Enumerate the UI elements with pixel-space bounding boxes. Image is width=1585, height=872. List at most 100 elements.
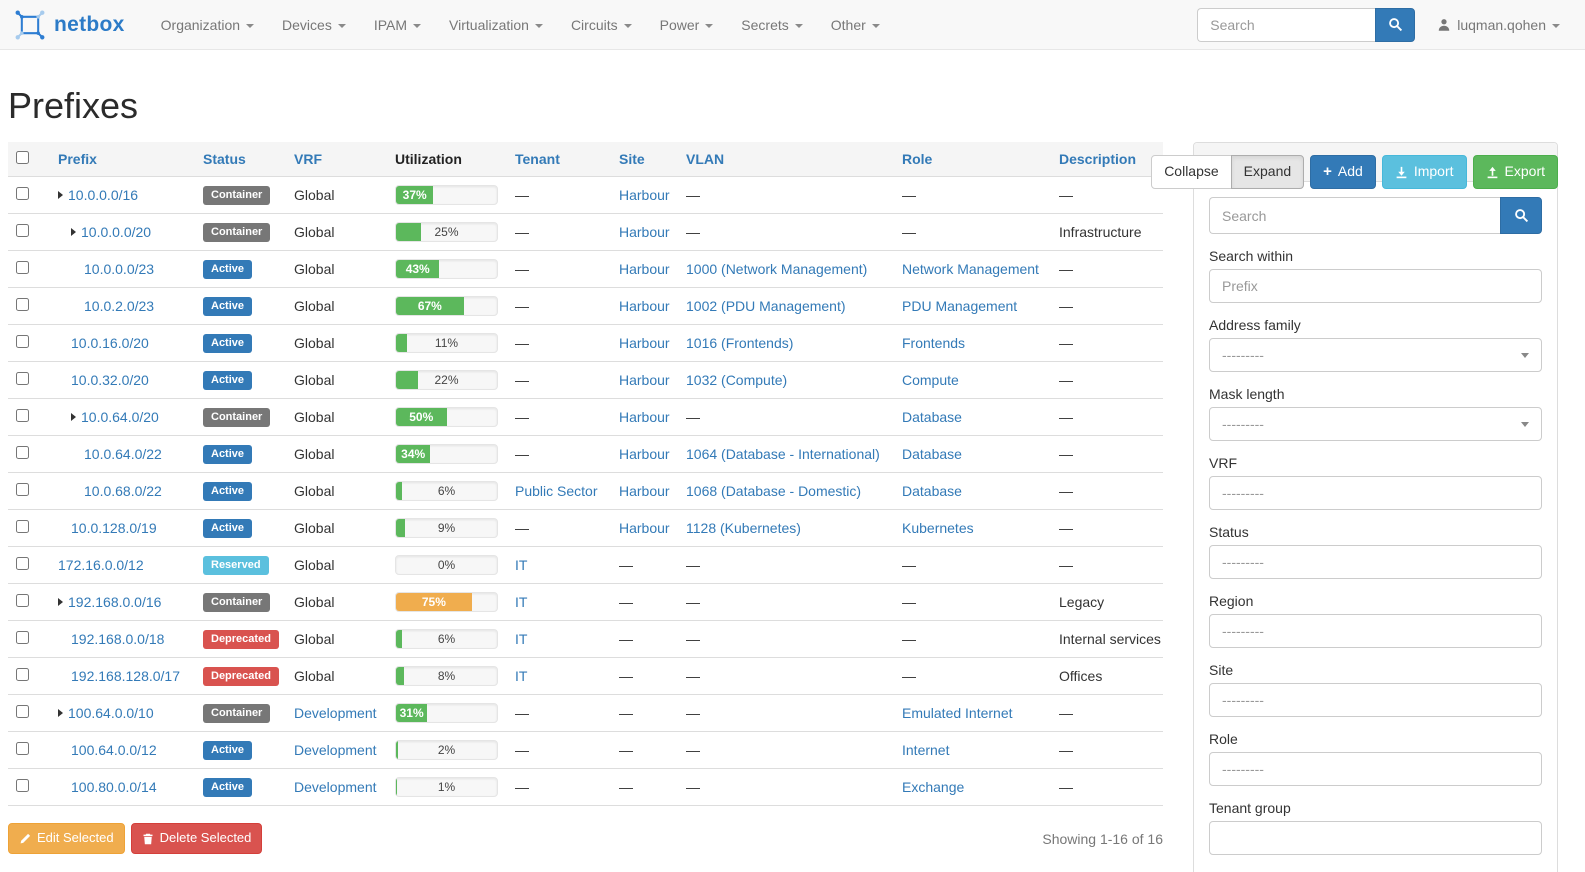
search-within-input[interactable] bbox=[1209, 269, 1542, 303]
prefix-link[interactable]: 10.0.128.0/19 bbox=[71, 520, 157, 536]
edit-selected-button[interactable]: Edit Selected bbox=[8, 823, 125, 854]
cell-link[interactable]: Harbour bbox=[619, 409, 670, 425]
cell-link[interactable]: Kubernetes bbox=[902, 520, 974, 536]
global-search-input[interactable] bbox=[1197, 8, 1375, 42]
status-select[interactable]: --------- bbox=[1209, 545, 1542, 579]
prefix-link[interactable]: 10.0.0.0/16 bbox=[68, 187, 138, 203]
prefix-link[interactable]: 100.64.0.0/12 bbox=[71, 742, 157, 758]
prefix-link[interactable]: 192.168.128.0/17 bbox=[71, 668, 180, 684]
cell-link[interactable]: Harbour bbox=[619, 520, 670, 536]
column-header-description[interactable]: Description bbox=[1059, 151, 1136, 167]
row-checkbox[interactable] bbox=[16, 372, 29, 385]
nav-menu-organization[interactable]: Organization bbox=[147, 2, 268, 48]
cell-link[interactable]: 1032 (Compute) bbox=[686, 372, 787, 388]
expand-button[interactable]: Expand bbox=[1231, 155, 1304, 189]
column-header-site[interactable]: Site bbox=[619, 151, 645, 167]
cell-link[interactable]: Exchange bbox=[902, 779, 964, 795]
cell-link[interactable]: Harbour bbox=[619, 261, 670, 277]
export-button[interactable]: Export bbox=[1473, 155, 1558, 189]
column-header-vrf[interactable]: VRF bbox=[294, 151, 322, 167]
column-header-role[interactable]: Role bbox=[902, 151, 932, 167]
row-checkbox[interactable] bbox=[16, 705, 29, 718]
delete-selected-button[interactable]: Delete Selected bbox=[131, 823, 263, 854]
role-select[interactable]: --------- bbox=[1209, 752, 1542, 786]
cell-link[interactable]: 1016 (Frontends) bbox=[686, 335, 793, 351]
prefix-link[interactable]: 100.80.0.0/14 bbox=[71, 779, 157, 795]
prefix-link[interactable]: 192.168.0.0/16 bbox=[68, 594, 161, 610]
cell-link[interactable]: Development bbox=[294, 742, 377, 758]
row-checkbox[interactable] bbox=[16, 446, 29, 459]
nav-menu-ipam[interactable]: IPAM bbox=[360, 2, 435, 48]
nav-menu-circuits[interactable]: Circuits bbox=[557, 2, 646, 48]
cell-link[interactable]: Emulated Internet bbox=[902, 705, 1013, 721]
vrf-select[interactable]: --------- bbox=[1209, 476, 1542, 510]
cell-link[interactable]: Public Sector bbox=[515, 483, 597, 499]
region-select[interactable]: --------- bbox=[1209, 614, 1542, 648]
prefix-link[interactable]: 100.64.0.0/10 bbox=[68, 705, 154, 721]
prefix-link[interactable]: 172.16.0.0/12 bbox=[58, 557, 144, 573]
filter-search-button[interactable] bbox=[1500, 197, 1542, 234]
prefix-link[interactable]: 10.0.0.0/23 bbox=[84, 261, 154, 277]
column-header-prefix[interactable]: Prefix bbox=[58, 151, 97, 167]
row-checkbox[interactable] bbox=[16, 483, 29, 496]
site-select[interactable]: --------- bbox=[1209, 683, 1542, 717]
cell-link[interactable]: Harbour bbox=[619, 187, 670, 203]
row-checkbox[interactable] bbox=[16, 557, 29, 570]
global-search-button[interactable] bbox=[1375, 8, 1415, 42]
column-header-status[interactable]: Status bbox=[203, 151, 246, 167]
cell-link[interactable]: Network Management bbox=[902, 261, 1039, 277]
prefix-link[interactable]: 10.0.2.0/23 bbox=[84, 298, 154, 314]
row-checkbox[interactable] bbox=[16, 631, 29, 644]
prefix-link[interactable]: 10.0.68.0/22 bbox=[84, 483, 162, 499]
netbox-logo[interactable]: netbox bbox=[15, 10, 125, 40]
select-all-checkbox[interactable] bbox=[16, 151, 29, 164]
row-checkbox[interactable] bbox=[16, 298, 29, 311]
row-checkbox[interactable] bbox=[16, 261, 29, 274]
tenant-group-select[interactable] bbox=[1209, 821, 1542, 855]
user-menu[interactable]: luqman.qohen bbox=[1437, 17, 1560, 33]
cell-link[interactable]: IT bbox=[515, 631, 527, 647]
cell-link[interactable]: Database bbox=[902, 409, 962, 425]
cell-link[interactable]: Database bbox=[902, 446, 962, 462]
cell-link[interactable]: 1002 (PDU Management) bbox=[686, 298, 846, 314]
nav-menu-secrets[interactable]: Secrets bbox=[727, 2, 816, 48]
cell-link[interactable]: IT bbox=[515, 557, 527, 573]
row-checkbox[interactable] bbox=[16, 779, 29, 792]
cell-link[interactable]: IT bbox=[515, 594, 527, 610]
cell-link[interactable]: PDU Management bbox=[902, 298, 1017, 314]
import-button[interactable]: Import bbox=[1382, 155, 1467, 189]
row-checkbox[interactable] bbox=[16, 520, 29, 533]
prefix-link[interactable]: 10.0.32.0/20 bbox=[71, 372, 149, 388]
row-checkbox[interactable] bbox=[16, 224, 29, 237]
cell-link[interactable]: Development bbox=[294, 779, 377, 795]
add-button[interactable]: + Add bbox=[1310, 155, 1376, 189]
column-header-tenant[interactable]: Tenant bbox=[515, 151, 560, 167]
filter-search-input[interactable] bbox=[1209, 197, 1500, 234]
cell-link[interactable]: Development bbox=[294, 705, 377, 721]
prefix-link[interactable]: 10.0.64.0/20 bbox=[81, 409, 159, 425]
cell-link[interactable]: Harbour bbox=[619, 298, 670, 314]
cell-link[interactable]: Harbour bbox=[619, 224, 670, 240]
row-checkbox[interactable] bbox=[16, 594, 29, 607]
column-header-vlan[interactable]: VLAN bbox=[686, 151, 724, 167]
nav-menu-virtualization[interactable]: Virtualization bbox=[435, 2, 557, 48]
cell-link[interactable]: 1068 (Database - Domestic) bbox=[686, 483, 861, 499]
cell-link[interactable]: Harbour bbox=[619, 483, 670, 499]
prefix-link[interactable]: 192.168.0.0/18 bbox=[71, 631, 164, 647]
prefix-link[interactable]: 10.0.0.0/20 bbox=[81, 224, 151, 240]
address-family-select[interactable]: --------- bbox=[1209, 338, 1542, 372]
mask-length-select[interactable]: --------- bbox=[1209, 407, 1542, 441]
row-checkbox[interactable] bbox=[16, 668, 29, 681]
prefix-link[interactable]: 10.0.64.0/22 bbox=[84, 446, 162, 462]
row-checkbox[interactable] bbox=[16, 335, 29, 348]
collapse-button[interactable]: Collapse bbox=[1151, 155, 1231, 189]
cell-link[interactable]: Harbour bbox=[619, 446, 670, 462]
cell-link[interactable]: Frontends bbox=[902, 335, 965, 351]
nav-menu-other[interactable]: Other bbox=[817, 2, 894, 48]
row-checkbox[interactable] bbox=[16, 187, 29, 200]
row-checkbox[interactable] bbox=[16, 409, 29, 422]
cell-link[interactable]: Database bbox=[902, 483, 962, 499]
cell-link[interactable]: 1128 (Kubernetes) bbox=[686, 520, 801, 536]
row-checkbox[interactable] bbox=[16, 742, 29, 755]
cell-link[interactable]: IT bbox=[515, 668, 527, 684]
